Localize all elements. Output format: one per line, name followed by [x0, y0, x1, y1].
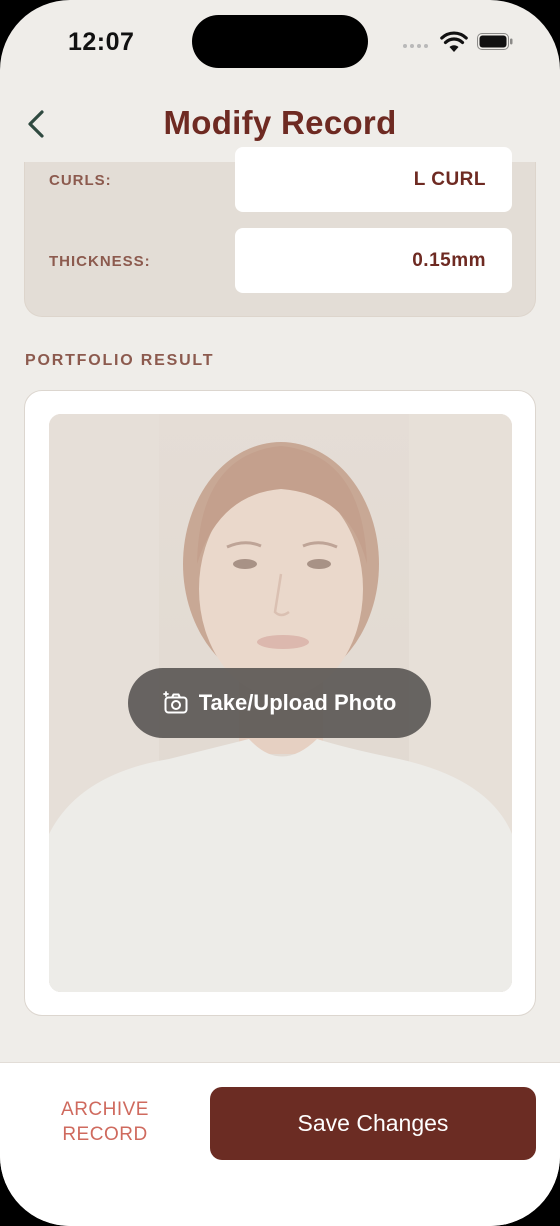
- portfolio-section-label: PORTFOLIO RESULT: [25, 352, 215, 369]
- dynamic-island: [192, 15, 368, 68]
- archive-record-button[interactable]: ARCHIVE RECORD: [40, 1097, 170, 1147]
- wifi-icon: [440, 31, 468, 52]
- status-time: 12:07: [68, 28, 135, 56]
- signal-icon: [403, 44, 428, 48]
- thickness-label: THICKNESS:: [49, 253, 151, 270]
- bottom-action-bar: ARCHIVE RECORD Save Changes: [0, 1062, 560, 1226]
- thickness-value-field[interactable]: 0.15mm: [235, 228, 512, 293]
- curls-label: CURLS:: [49, 172, 112, 189]
- save-changes-button[interactable]: Save Changes: [210, 1087, 536, 1160]
- specs-card: CURLS: L CURL THICKNESS: 0.15mm: [24, 147, 536, 317]
- take-upload-photo-button[interactable]: Take/Upload Photo: [128, 668, 431, 738]
- archive-label-line1: ARCHIVE: [61, 1099, 149, 1120]
- phone-screen: 12:07 Modify Record CURLS: L CURL THICKN…: [0, 0, 560, 1226]
- curls-value-field[interactable]: L CURL: [235, 147, 512, 212]
- status-bar: 12:07: [0, 0, 560, 90]
- archive-label-line2: RECORD: [62, 1124, 148, 1145]
- page-title: Modify Record: [163, 104, 397, 141]
- battery-icon: [477, 33, 513, 50]
- take-upload-photo-label: Take/Upload Photo: [198, 690, 397, 715]
- camera-plus-icon: [162, 691, 188, 714]
